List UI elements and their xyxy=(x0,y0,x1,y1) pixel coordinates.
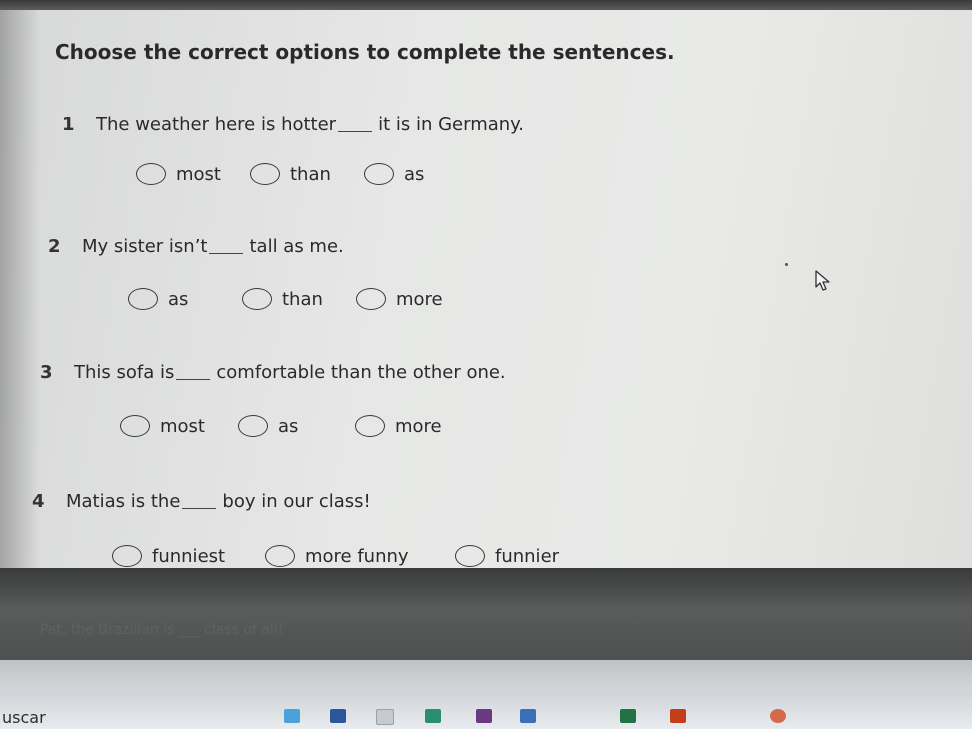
option-label[interactable]: more xyxy=(395,416,442,437)
question-3: 3 This sofa is comfortable than the other … xyxy=(40,362,506,383)
option-label[interactable]: as xyxy=(404,164,424,185)
question-text-before: Matias is the xyxy=(66,491,181,512)
question-text-after: it is in Germany. xyxy=(378,114,524,135)
option-label[interactable]: most xyxy=(160,416,205,437)
excel-icon[interactable] xyxy=(620,709,636,723)
mouse-cursor-icon xyxy=(815,270,830,291)
option-label[interactable]: funniest xyxy=(152,546,225,567)
question-4: 4 Matias is the boy in our class! xyxy=(32,491,371,512)
option-radio[interactable]: funnier xyxy=(455,545,559,567)
option-radio[interactable]: more funny xyxy=(265,545,409,567)
question-1: 1 The weather here is hotter it is in Germ… xyxy=(62,114,524,135)
option-radio[interactable]: than xyxy=(242,288,323,310)
app-icon[interactable] xyxy=(770,709,786,723)
question-text-after: tall as me. xyxy=(249,236,344,257)
option-radio[interactable]: as xyxy=(364,163,424,185)
option-label[interactable]: more funny xyxy=(305,546,409,567)
option-radio[interactable]: more xyxy=(355,415,442,437)
answer-blank xyxy=(182,508,217,509)
radio-circle-icon[interactable] xyxy=(120,415,150,437)
question-number: 1 xyxy=(62,114,75,135)
option-label[interactable]: more xyxy=(396,289,443,310)
gray-band xyxy=(0,660,972,690)
question-number: 2 xyxy=(48,236,61,257)
store-icon[interactable] xyxy=(520,709,536,723)
option-label[interactable]: most xyxy=(176,164,221,185)
calendar-icon[interactable] xyxy=(476,709,492,723)
question-2: 2 My sister isn’t tall as me. xyxy=(48,236,344,257)
page-shadow xyxy=(0,10,40,570)
radio-circle-icon[interactable] xyxy=(250,163,280,185)
question-text-after: boy in our class! xyxy=(222,491,371,512)
quiz-instruction: Choose the correct options to complete t… xyxy=(55,40,675,64)
option-label[interactable]: as xyxy=(278,416,298,437)
question-text-after: comfortable than the other one. xyxy=(216,362,506,383)
dark-overlay-band xyxy=(0,568,972,660)
radio-circle-icon[interactable] xyxy=(355,415,385,437)
link-icon[interactable] xyxy=(376,709,394,725)
option-radio[interactable]: as xyxy=(128,288,188,310)
option-radio[interactable]: most xyxy=(120,415,205,437)
screen-speck xyxy=(785,263,788,266)
taskbar-search-input[interactable]: uscar xyxy=(2,708,46,727)
option-label[interactable]: as xyxy=(168,289,188,310)
screen: Choose the correct options to complete t… xyxy=(0,0,972,729)
question-text-before: My sister isn’t xyxy=(82,236,208,257)
radio-circle-icon[interactable] xyxy=(238,415,268,437)
question-number: 4 xyxy=(32,491,45,512)
answer-blank xyxy=(176,379,211,380)
option-radio[interactable]: than xyxy=(250,163,331,185)
radio-circle-icon[interactable] xyxy=(112,545,142,567)
question-text-before: This sofa is xyxy=(74,362,175,383)
option-radio[interactable]: funniest xyxy=(112,545,225,567)
question-text-before: The weather here is hotter xyxy=(96,114,337,135)
option-radio[interactable]: most xyxy=(136,163,221,185)
question-number: 3 xyxy=(40,362,53,383)
radio-circle-icon[interactable] xyxy=(455,545,485,567)
option-label[interactable]: than xyxy=(282,289,323,310)
radio-circle-icon[interactable] xyxy=(356,288,386,310)
radio-circle-icon[interactable] xyxy=(136,163,166,185)
answer-blank xyxy=(338,131,373,132)
answer-blank xyxy=(209,253,244,254)
radio-circle-icon[interactable] xyxy=(128,288,158,310)
powerpoint-icon[interactable] xyxy=(670,709,686,723)
radio-circle-icon[interactable] xyxy=(265,545,295,567)
radio-circle-icon[interactable] xyxy=(364,163,394,185)
word-icon[interactable] xyxy=(330,709,346,723)
option-label[interactable]: than xyxy=(290,164,331,185)
radio-circle-icon[interactable] xyxy=(242,288,272,310)
partially-visible-question: Pat, the Brazilian is ___ class of all! xyxy=(40,622,284,638)
edge-icon[interactable] xyxy=(425,709,441,723)
option-radio[interactable]: more xyxy=(356,288,443,310)
option-radio[interactable]: as xyxy=(238,415,298,437)
chrome-icon[interactable] xyxy=(284,709,300,723)
option-label[interactable]: funnier xyxy=(495,546,559,567)
